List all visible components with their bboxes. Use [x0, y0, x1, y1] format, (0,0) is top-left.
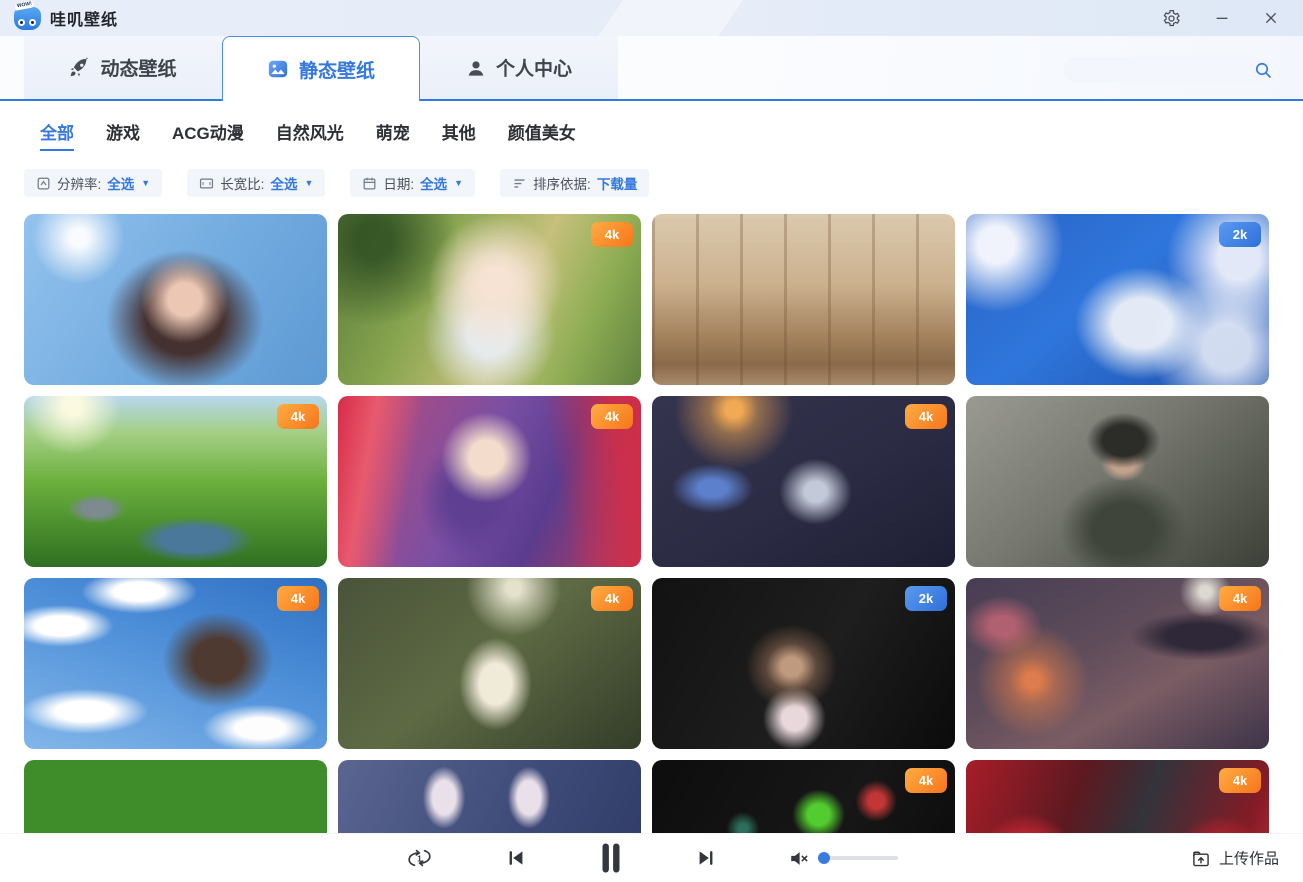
- logo-eye: [18, 19, 25, 26]
- volume-control: [789, 849, 898, 868]
- next-icon: [695, 847, 717, 869]
- gear-icon: [1162, 9, 1181, 28]
- category-beauty[interactable]: 颜值美女: [508, 119, 576, 151]
- close-button[interactable]: [1263, 10, 1279, 26]
- repeat-one-button[interactable]: 1: [406, 846, 433, 870]
- category-cute-pets[interactable]: 萌宠: [376, 119, 410, 151]
- resolution-badge: 4k: [591, 222, 633, 247]
- wallpaper-white-hair-girl-garden[interactable]: 4k: [338, 214, 641, 385]
- app-title: 哇叽壁纸: [50, 6, 118, 30]
- tab-label: 静态壁纸: [299, 56, 375, 83]
- filter-label: 分辨率:: [57, 173, 101, 193]
- close-icon: [1263, 10, 1279, 26]
- resolution-badge: 4k: [905, 404, 947, 429]
- resolution-badge: 4k: [591, 586, 633, 611]
- upload-button[interactable]: 上传作品: [1191, 848, 1279, 869]
- resolution-badge: 4k: [591, 404, 633, 429]
- wallpaper-anime-girl-straw-hat-clouds[interactable]: 4k: [24, 578, 327, 749]
- filter-aspect-ratio[interactable]: 长宽比: 全选 ▼: [187, 169, 325, 197]
- settings-button[interactable]: [1162, 9, 1181, 28]
- previous-button[interactable]: [505, 847, 527, 869]
- wallpaper-girl-white-dress-meadow[interactable]: 4k: [338, 578, 641, 749]
- category-all[interactable]: 全部: [40, 119, 74, 151]
- tab-dynamic-wallpaper[interactable]: 动态壁纸: [24, 36, 222, 99]
- wallpaper-girl-portrait-dark[interactable]: 2k: [652, 578, 955, 749]
- wallpaper-purple-hair-girl-red-dress[interactable]: 4k: [338, 396, 641, 567]
- minimize-button[interactable]: [1214, 10, 1230, 26]
- filter-label: 日期:: [383, 173, 414, 193]
- aspect-ratio-icon: [199, 176, 214, 191]
- player-controls: 1: [406, 834, 898, 882]
- resolution-icon: [36, 176, 51, 191]
- resolution-badge: 4k: [1219, 768, 1261, 793]
- upload-icon: [1191, 848, 1211, 868]
- chevron-down-icon: ▼: [454, 178, 463, 188]
- logo-eye: [29, 19, 36, 26]
- search-button[interactable]: [1253, 60, 1273, 80]
- repeat-one-icon: 1: [406, 846, 433, 870]
- category-nature[interactable]: 自然风光: [276, 119, 344, 151]
- mute-button[interactable]: [789, 849, 812, 868]
- tab-label: 个人中心: [496, 54, 572, 81]
- resolution-badge: 4k: [277, 586, 319, 611]
- wallpaper-person-winter-hat-scarf[interactable]: [966, 396, 1269, 567]
- wallpaper-white-hair-girl-blue-blossoms[interactable]: 2k: [966, 214, 1269, 385]
- filter-date[interactable]: 日期: 全选 ▼: [350, 169, 475, 197]
- resolution-badge: 4k: [277, 404, 319, 429]
- resolution-badge: 2k: [1219, 222, 1261, 247]
- category-others[interactable]: 其他: [442, 119, 476, 151]
- rocket-icon: [69, 57, 90, 78]
- wallpaper-water-town-bridge-night[interactable]: 4k: [966, 578, 1269, 749]
- resolution-badge: 4k: [905, 768, 947, 793]
- tab-label: 动态壁纸: [100, 54, 176, 81]
- search-box: [1063, 57, 1270, 83]
- svg-text:1: 1: [417, 853, 422, 863]
- filter-sort-by[interactable]: 排序依据: 下载量: [500, 169, 649, 197]
- user-icon: [466, 58, 486, 78]
- filter-label: 排序依据:: [533, 173, 591, 193]
- search-icon: [1253, 60, 1273, 80]
- app-logo: WOW!: [14, 7, 41, 30]
- resolution-badge: 4k: [1219, 586, 1261, 611]
- filter-value: 全选: [107, 173, 134, 193]
- wallpaper-girl-braids-blue-sky[interactable]: [24, 214, 327, 385]
- category-bar: 全部游戏 ACG动漫自然风光萌宠其他颜值美女: [0, 101, 1303, 157]
- previous-icon: [505, 847, 527, 869]
- titlebar: WOW! 哇叽壁纸: [0, 0, 1303, 36]
- player-bar: 1 上传作品: [0, 833, 1303, 882]
- window-controls: [1162, 9, 1279, 28]
- wallpaper-green-village-lake[interactable]: 4k: [24, 396, 327, 567]
- wallpaper-girl-at-computer-night[interactable]: 4k: [652, 396, 955, 567]
- upload-label: 上传作品: [1219, 848, 1279, 869]
- tab-static-wallpaper[interactable]: 静态壁纸: [222, 36, 420, 101]
- image-icon: [267, 58, 289, 80]
- category-games[interactable]: 游戏: [106, 119, 140, 151]
- filter-resolution[interactable]: 分辨率: 全选 ▼: [24, 169, 162, 197]
- wow-bubble: WOW!: [15, 0, 35, 10]
- chevron-down-icon: ▼: [141, 178, 150, 188]
- filter-value: 下载量: [597, 173, 638, 193]
- sort-icon: [512, 176, 527, 191]
- volume-thumb[interactable]: [818, 852, 830, 864]
- filter-label: 长宽比:: [220, 173, 264, 193]
- next-button[interactable]: [695, 847, 717, 869]
- pause-icon: [599, 842, 623, 874]
- pause-button[interactable]: [599, 842, 623, 874]
- volume-slider[interactable]: [818, 856, 898, 860]
- wallpaper-grid: 4k 2k 4k 4k 4k 4k 4k 2k 4k 4k 4k: [0, 214, 1303, 882]
- wallpaper-japanese-room-interior[interactable]: [652, 214, 955, 385]
- calendar-icon: [362, 176, 377, 191]
- filter-value: 全选: [420, 173, 447, 193]
- category-acg-anime[interactable]: ACG动漫: [172, 119, 244, 151]
- tab-list: 动态壁纸 静态壁纸 个人中心: [24, 36, 618, 99]
- filter-bar: 分辨率: 全选 ▼ 长宽比: 全选 ▼ 日期: 全选 ▼ 排序依据: 下载量: [0, 157, 1303, 201]
- resolution-badge: 2k: [905, 586, 947, 611]
- filter-value: 全选: [270, 173, 297, 193]
- minimize-icon: [1214, 10, 1230, 26]
- tab-bar: 动态壁纸 静态壁纸 个人中心: [0, 36, 1303, 101]
- search-input[interactable]: [1077, 63, 1253, 78]
- mute-icon: [789, 849, 812, 868]
- chevron-down-icon: ▼: [304, 178, 313, 188]
- tab-profile-center[interactable]: 个人中心: [420, 36, 618, 99]
